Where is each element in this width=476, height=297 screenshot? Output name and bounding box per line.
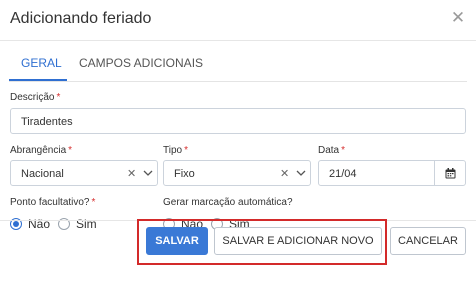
required-marker: * (184, 145, 188, 156)
calendar-icon (445, 167, 455, 178)
save-button[interactable]: SALVAR (146, 227, 208, 255)
required-marker: * (56, 92, 61, 103)
header-divider (0, 40, 476, 41)
clear-icon[interactable]: ✕ (280, 167, 289, 180)
abrangencia-label: Abrangência * (10, 145, 73, 156)
chevron-down-icon[interactable] (296, 169, 306, 177)
add-holiday-dialog: Adicionando feriado ✕ GERAL CAMPOS ADICI… (0, 0, 476, 297)
save-and-add-new-button[interactable]: SALVAR E ADICIONAR NOVO (214, 227, 382, 255)
required-marker: * (341, 145, 346, 156)
chevron-down-icon[interactable] (143, 169, 153, 177)
tab-campos-adicionais[interactable]: CAMPOS ADICIONAIS (79, 56, 203, 70)
tabs-divider (9, 81, 467, 82)
data-label: Data * (318, 145, 346, 156)
ponto-facultativo-label: Ponto facultativo? * (10, 197, 96, 208)
cancel-button[interactable]: CANCELAR (390, 227, 466, 255)
calendar-button[interactable] (434, 161, 465, 185)
required-marker: * (68, 145, 73, 156)
descricao-value: Tiradentes (21, 116, 73, 128)
clear-icon[interactable]: ✕ (127, 167, 136, 180)
abrangencia-value: Nacional (21, 168, 64, 180)
descricao-input[interactable]: Tiradentes (10, 108, 466, 134)
tab-geral[interactable]: GERAL (21, 56, 62, 70)
tipo-label: Tipo * (163, 145, 188, 156)
required-marker: * (91, 197, 96, 208)
gerar-marcacao-label: Gerar marcação automática? (163, 197, 293, 208)
tipo-select[interactable]: Fixo ✕ (163, 160, 311, 186)
descricao-label: Descrição * (10, 92, 61, 103)
close-icon[interactable]: ✕ (450, 9, 466, 26)
abrangencia-select[interactable]: Nacional ✕ (10, 160, 158, 186)
data-input[interactable]: 21/04 (318, 160, 466, 186)
dialog-title: Adicionando feriado (10, 10, 152, 27)
data-value: 21/04 (329, 168, 357, 180)
tipo-value: Fixo (174, 168, 195, 180)
